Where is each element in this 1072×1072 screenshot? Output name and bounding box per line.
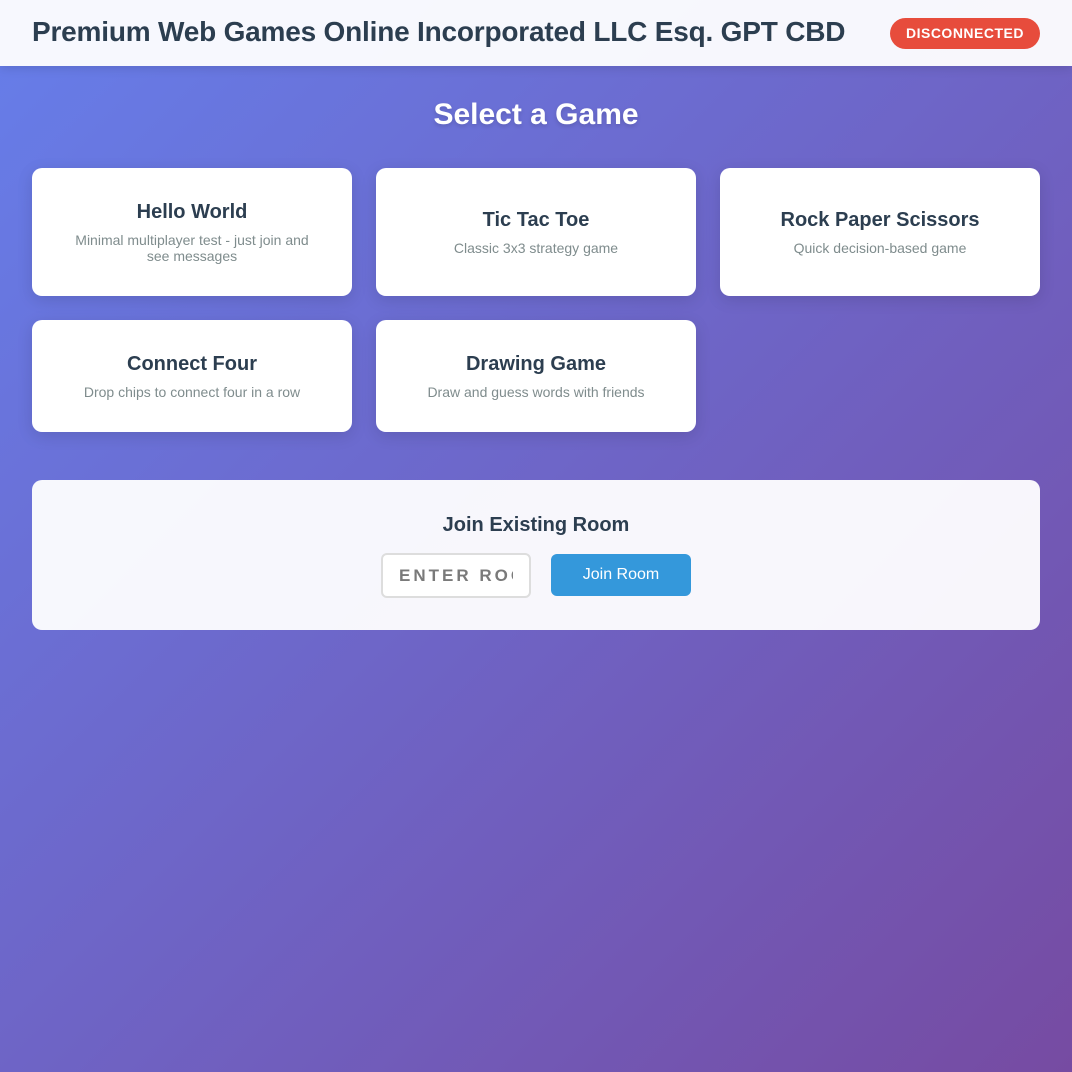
game-card-rock-paper-scissors[interactable]: Rock Paper Scissors Quick decision-based…: [720, 168, 1040, 296]
game-card-title: Connect Four: [127, 352, 257, 375]
join-room-panel: Join Existing Room Join Room: [32, 480, 1040, 630]
game-card-title: Rock Paper Scissors: [780, 208, 980, 231]
section-title: Select a Game: [433, 98, 639, 131]
game-card-description: Draw and guess words with friends: [427, 383, 645, 400]
join-room-title: Join Existing Room: [442, 514, 630, 536]
game-card-hello-world[interactable]: Hello World Minimal multiplayer test - j…: [32, 168, 352, 296]
game-card-description: Quick decision-based game: [793, 239, 967, 256]
game-card-description: Minimal multiplayer test - just join and…: [75, 231, 309, 264]
room-code-input[interactable]: [381, 553, 531, 598]
app-header: Premium Web Games Online Incorporated LL…: [0, 0, 1072, 66]
join-room-button[interactable]: Join Room: [551, 554, 691, 596]
game-card-title: Tic Tac Toe: [482, 208, 590, 231]
game-card-title: Hello World: [136, 200, 248, 223]
connection-status-badge: DISCONNECTED: [889, 18, 1040, 49]
game-card-description: Classic 3x3 strategy game: [453, 239, 619, 256]
game-card-title: Drawing Game: [465, 352, 607, 375]
game-card-tic-tac-toe[interactable]: Tic Tac Toe Classic 3x3 strategy game: [376, 168, 696, 296]
game-card-drawing-game[interactable]: Drawing Game Draw and guess words with f…: [376, 320, 696, 432]
app-title: Premium Web Games Online Incorporated LL…: [32, 16, 846, 47]
game-card-connect-four[interactable]: Connect Four Drop chips to connect four …: [32, 320, 352, 432]
game-card-description: Drop chips to connect four in a row: [83, 383, 301, 400]
